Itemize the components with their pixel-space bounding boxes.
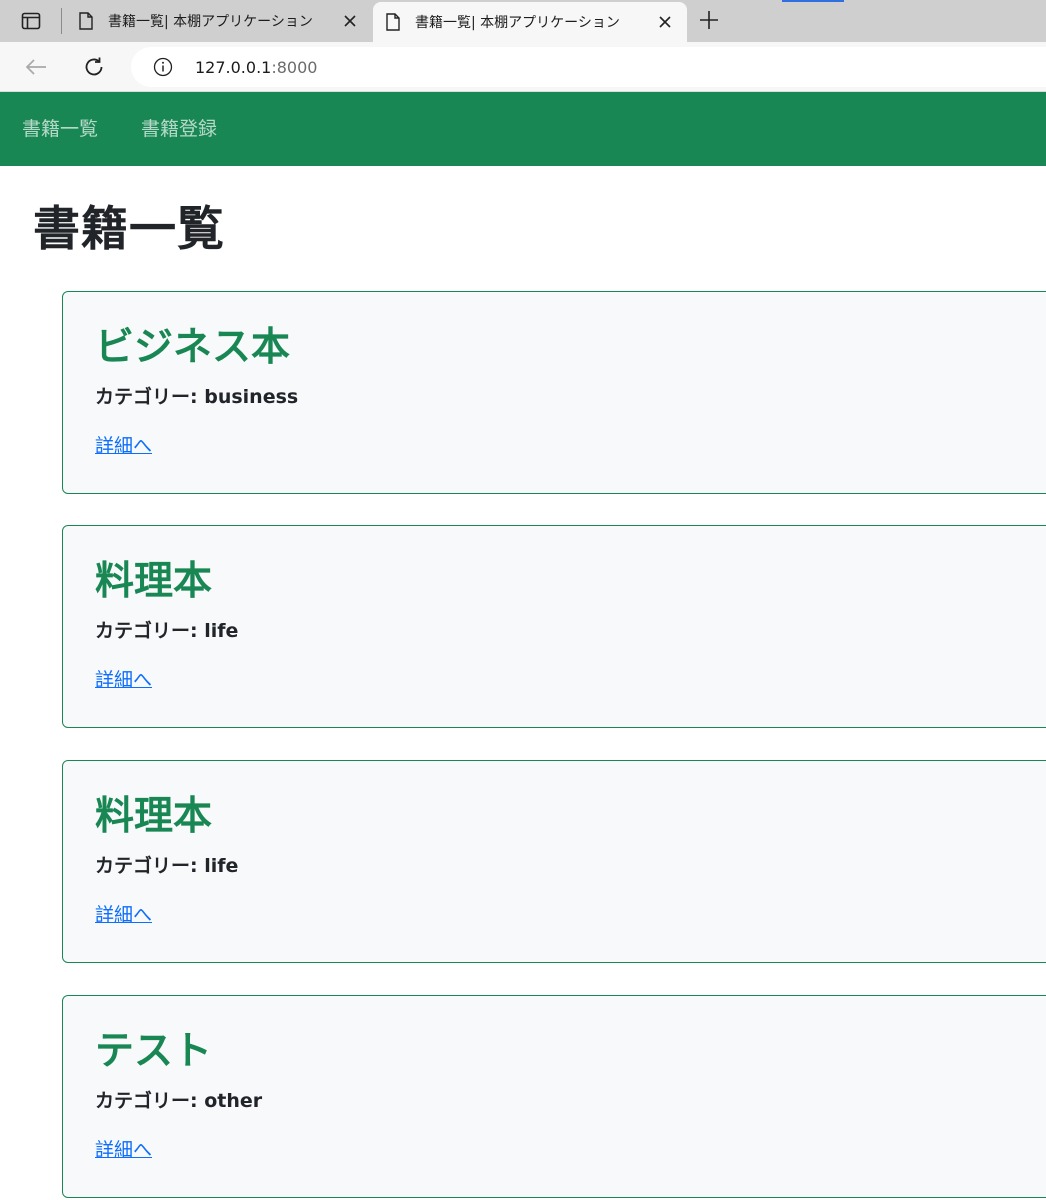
book-detail-link[interactable]: 詳細へ [95,667,152,693]
close-icon[interactable] [338,9,362,33]
book-detail-link[interactable]: 詳細へ [95,1137,152,1163]
book-title: 料理本 [95,794,213,839]
site-header: 書籍一覧 書籍登録 [0,92,1046,166]
browser-tab-strip: 書籍一覧| 本棚アプリケーション 書籍一覧| 本棚アプリケーション [0,0,1046,42]
url-port: :8000 [271,58,318,77]
reload-icon[interactable] [79,52,109,82]
browser-tab-1[interactable]: 書籍一覧| 本棚アプリケーション [66,0,372,42]
tab-title: 書籍一覧| 本棚アプリケーション [108,14,313,30]
tab-actions-icon[interactable] [11,9,51,33]
page-icon [386,13,400,31]
nav-link-book-list[interactable]: 書籍一覧 [22,116,98,142]
nav-link-book-register[interactable]: 書籍登録 [141,116,217,142]
book-card: テスト カテゴリー: other 詳細へ [62,995,1046,1198]
tab-separator [61,8,62,34]
book-card: ビジネス本 カテゴリー: business 詳細へ [62,291,1046,494]
book-card: 料理本 カテゴリー: life 詳細へ [62,525,1046,728]
book-card: 料理本 カテゴリー: life 詳細へ [62,760,1046,963]
book-detail-link[interactable]: 詳細へ [95,433,152,459]
book-title: 料理本 [95,559,213,604]
site-nav: 書籍一覧 書籍登録 [22,116,260,142]
address-bar[interactable]: 127.0.0.1:8000 [131,47,1046,87]
url-host: 127.0.0.1 [195,58,272,77]
book-detail-link[interactable]: 詳細へ [95,902,152,928]
book-title: ビジネス本 [95,325,291,370]
book-category: カテゴリー: other [95,1090,263,1112]
book-category: カテゴリー: business [95,386,299,408]
tab-title: 書籍一覧| 本棚アプリケーション [415,15,620,31]
back-arrow-icon[interactable] [21,52,51,82]
profile-indicator [782,0,844,2]
address-url[interactable]: 127.0.0.1:8000 [195,58,317,77]
browser-toolbar: 127.0.0.1:8000 [0,42,1046,92]
plus-icon[interactable] [696,7,722,33]
book-title: テスト [95,1029,213,1074]
page-icon [79,12,93,30]
info-icon[interactable] [153,57,173,77]
book-category: カテゴリー: life [95,855,239,877]
close-icon[interactable] [653,10,677,34]
page-title: 書籍一覧 [33,202,225,257]
book-category: カテゴリー: life [95,620,239,642]
browser-tab-2[interactable]: 書籍一覧| 本棚アプリケーション [373,2,687,42]
